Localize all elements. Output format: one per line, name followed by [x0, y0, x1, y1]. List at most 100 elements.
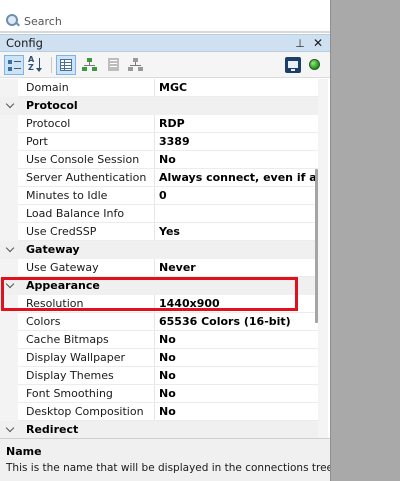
- property-row[interactable]: Font Smoothing No: [0, 385, 318, 403]
- property-row[interactable]: Minutes to Idle 0: [0, 187, 318, 205]
- property-value[interactable]: Always connect, even if authe: [159, 169, 318, 187]
- column-divider[interactable]: [154, 151, 155, 169]
- property-value[interactable]: [159, 205, 318, 223]
- chevron-down-icon[interactable]: [5, 243, 15, 253]
- column-divider[interactable]: [154, 133, 155, 151]
- property-row[interactable]: Use Console Session No: [0, 151, 318, 169]
- property-name: Display Themes: [26, 369, 114, 382]
- property-name: Port: [26, 135, 48, 148]
- property-pages-button[interactable]: [104, 55, 124, 75]
- property-row[interactable]: Use CredSSP Yes: [0, 223, 318, 241]
- row-margin: [0, 385, 18, 403]
- search-icon: [6, 14, 20, 28]
- chevron-down-icon[interactable]: [5, 423, 15, 433]
- column-divider[interactable]: [154, 349, 155, 367]
- pin-icon[interactable]: ⊥: [294, 37, 306, 50]
- column-divider[interactable]: [154, 205, 155, 223]
- category-protocol[interactable]: Protocol: [0, 97, 318, 115]
- column-divider[interactable]: [154, 313, 155, 331]
- property-value[interactable]: No: [159, 151, 318, 169]
- help-pane: Name This is the name that will be displ…: [0, 438, 336, 481]
- property-row[interactable]: Cache Bitmaps No: [0, 331, 318, 349]
- chevron-down-icon[interactable]: [5, 99, 15, 109]
- property-row[interactable]: Server Authentication Always connect, eve…: [0, 169, 318, 187]
- category-label: Protocol: [26, 99, 78, 112]
- search-input[interactable]: [20, 12, 304, 30]
- property-row[interactable]: Domain MGC: [0, 79, 318, 97]
- row-margin: [0, 367, 18, 385]
- property-row[interactable]: Desktop Composition No: [0, 403, 318, 421]
- property-value[interactable]: No: [159, 385, 318, 403]
- categorized-view-button[interactable]: [4, 55, 24, 75]
- help-title: Name: [6, 445, 42, 458]
- property-value[interactable]: No: [159, 331, 318, 349]
- property-value[interactable]: Never: [159, 259, 318, 277]
- scrollbar-thumb[interactable]: [315, 169, 318, 323]
- column-divider[interactable]: [154, 331, 155, 349]
- screen-connect-button[interactable]: [283, 55, 303, 75]
- property-value[interactable]: 1440x900: [159, 295, 318, 313]
- property-value[interactable]: MGC: [159, 79, 318, 97]
- default-inheritance-button[interactable]: [126, 55, 146, 75]
- property-value[interactable]: 0: [159, 187, 318, 205]
- host-status-button[interactable]: [305, 55, 325, 75]
- row-margin: [0, 403, 18, 421]
- property-value[interactable]: 65536 Colors (16-bit): [159, 313, 318, 331]
- row-margin: [0, 205, 18, 223]
- inheritance-tree-button[interactable]: [80, 55, 100, 75]
- column-divider[interactable]: [154, 403, 155, 421]
- column-divider[interactable]: [154, 187, 155, 205]
- property-row[interactable]: Use Gateway Never: [0, 259, 318, 277]
- property-value[interactable]: No: [159, 403, 318, 421]
- column-divider[interactable]: [154, 79, 155, 97]
- property-name: Cache Bitmaps: [26, 333, 109, 346]
- property-value[interactable]: RDP: [159, 115, 318, 133]
- property-name: Load Balance Info: [26, 207, 125, 220]
- category-redirect[interactable]: Redirect: [0, 421, 318, 438]
- config-panel: Config ⊥ ✕ AZ: [0, 0, 336, 481]
- property-name: Minutes to Idle: [26, 189, 108, 202]
- property-row[interactable]: Resolution 1440x900: [0, 295, 318, 313]
- property-value[interactable]: 3389: [159, 133, 318, 151]
- close-icon[interactable]: ✕: [312, 36, 324, 50]
- alphabetical-view-button[interactable]: AZ: [26, 55, 46, 75]
- property-row[interactable]: Display Themes No: [0, 367, 318, 385]
- column-divider[interactable]: [154, 295, 155, 313]
- property-grid-icon: [60, 59, 72, 71]
- category-appearance[interactable]: Appearance: [0, 277, 318, 295]
- property-row[interactable]: Protocol RDP: [0, 115, 318, 133]
- property-value[interactable]: Yes: [159, 223, 318, 241]
- property-name: Font Smoothing: [26, 387, 113, 400]
- column-divider[interactable]: [154, 115, 155, 133]
- row-margin: [0, 133, 18, 151]
- property-name: Server Authentication: [26, 171, 147, 184]
- panel-title: Config: [6, 36, 43, 50]
- row-margin: [0, 151, 18, 169]
- property-name: Resolution: [26, 297, 84, 310]
- column-divider[interactable]: [154, 259, 155, 277]
- property-name: Use Console Session: [26, 153, 140, 166]
- property-value[interactable]: No: [159, 349, 318, 367]
- row-margin: [0, 169, 18, 187]
- search-divider: [0, 31, 330, 33]
- search-box[interactable]: [2, 11, 328, 31]
- scrollbar-track[interactable]: [318, 79, 328, 438]
- column-divider[interactable]: [154, 169, 155, 187]
- property-row[interactable]: Load Balance Info: [0, 205, 318, 223]
- row-margin: [0, 259, 18, 277]
- column-divider[interactable]: [154, 223, 155, 241]
- column-divider[interactable]: [154, 385, 155, 403]
- property-row[interactable]: Port 3389: [0, 133, 318, 151]
- property-toolbar: AZ: [0, 52, 330, 78]
- property-row[interactable]: Display Wallpaper No: [0, 349, 318, 367]
- row-margin: [0, 223, 18, 241]
- property-row[interactable]: Colors 65536 Colors (16-bit): [0, 313, 318, 331]
- property-value[interactable]: No: [159, 367, 318, 385]
- column-divider[interactable]: [154, 367, 155, 385]
- row-margin: [0, 313, 18, 331]
- properties-view-button[interactable]: [56, 55, 76, 75]
- category-gateway[interactable]: Gateway: [0, 241, 318, 259]
- chevron-down-icon[interactable]: [5, 279, 15, 289]
- right-side-panel: [330, 0, 400, 481]
- property-name: Desktop Composition: [26, 405, 144, 418]
